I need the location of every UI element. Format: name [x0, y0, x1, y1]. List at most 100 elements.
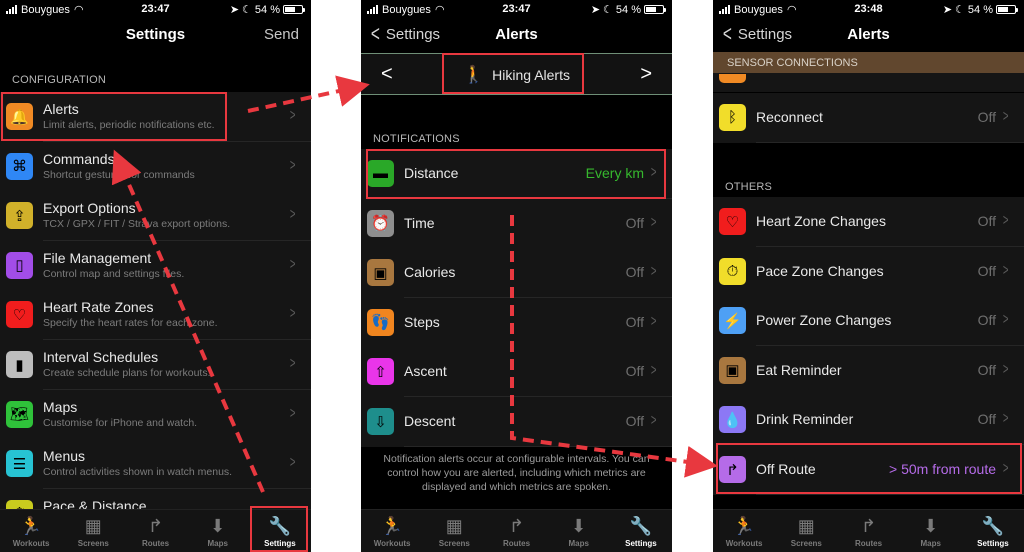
chevron-right-icon: > — [289, 305, 296, 323]
list-item[interactable]: ⇧ Ascent Off > — [361, 347, 672, 398]
list-item-value: Off — [977, 312, 996, 329]
list-item-label: Heart Zone Changes — [756, 213, 886, 229]
list-item[interactable]: ⇩ Descent Off > — [361, 397, 672, 447]
wrench-icon: 🔧 — [981, 516, 1005, 536]
list-item-label: Commands — [43, 150, 115, 167]
tab-routes[interactable]: ↱ Routes — [124, 510, 186, 552]
section-header-configuration: CONFIGURATION — [12, 74, 107, 86]
tab-settings[interactable]: 🔧 Settings — [249, 510, 311, 552]
battery-percent: 54 % — [254, 3, 280, 16]
section-header-others: OTHERS — [725, 181, 773, 193]
list-item[interactable]: ♡ Heart Rate Zones Specify the heart rates… — [0, 290, 311, 341]
chevron-right-icon: > — [650, 362, 657, 380]
list-item-label: Drink Reminder — [756, 411, 854, 428]
list-item-subtitle: TCX / GPX / FIT / Strava export options. — [43, 218, 231, 231]
list-item[interactable]: ▯ File Management Control map and settings… — [0, 240, 311, 291]
partial-icon — [719, 74, 746, 83]
nav-bar: Settings Send — [0, 18, 311, 52]
tab-workouts[interactable]: 🏃 Workouts — [0, 510, 62, 552]
bar-chart-icon: ▮ — [6, 351, 33, 378]
tab-workouts[interactable]: 🏃 Workouts — [713, 510, 775, 552]
list-item[interactable]: ⏰ Time Off > — [361, 198, 672, 249]
list-item-label: Pace Zone Changes — [756, 262, 884, 279]
tab-screens[interactable]: ▦ Screens — [775, 510, 837, 552]
list-item[interactable]: ▮ Interval Schedules Create schedule plans… — [0, 340, 311, 390]
list-item-value: Off — [977, 109, 996, 125]
list-item[interactable]: ⚡ Power Zone Changes Off > — [713, 296, 1024, 347]
list-item-label: Power Zone Changes — [756, 312, 892, 329]
list-item[interactable]: 🔔 Alerts Limit alerts, periodic notificati… — [0, 92, 311, 142]
tab-label: Routes — [502, 539, 531, 548]
activity-picker-current[interactable]: 🚶 Hiking Alerts — [361, 65, 672, 85]
list-item-subtitle: Control activities shown in watch menus. — [43, 466, 233, 479]
list-item-value: Off — [625, 363, 644, 380]
list-item-label: Ascent — [404, 363, 447, 380]
list-item[interactable]: ⇪ Export Options TCX / GPX / FIT / Strava … — [0, 191, 311, 242]
list-item[interactable]: 🗺 Maps Customise for iPhone and watch. > — [0, 389, 311, 440]
list-item[interactable]: ▣ Eat Reminder Off > — [713, 345, 1024, 396]
tab-routes[interactable]: ↱ Routes — [485, 510, 547, 552]
list-item-label: Export Options — [43, 200, 136, 217]
chevron-right-icon: > — [650, 312, 657, 330]
list-item-label: Menus — [43, 448, 86, 465]
section-header-sensor-connections: SENSOR CONNECTIONS — [727, 57, 858, 69]
list-item-label: Time — [404, 214, 435, 231]
next-activity-button[interactable]: > — [640, 63, 652, 86]
tab-screens[interactable]: ▦ Screens — [62, 510, 124, 552]
map-icon: 🗺 — [6, 400, 33, 428]
location-icon: ➤ — [942, 4, 953, 16]
list-item[interactable]: ▬ Distance Every km > — [361, 149, 672, 199]
tab-settings[interactable]: 🔧 Settings — [962, 510, 1024, 552]
tab-bar: 🏃 Workouts ▦ Screens ↱ Routes ⬇ Maps 🔧 Settings — [713, 509, 1024, 552]
list-item[interactable]: ⌘ Commands Shortcut gestures for commands > — [0, 141, 311, 192]
chevron-right-icon: > — [289, 255, 296, 273]
status-right: ➤ ☾ 54 % — [230, 3, 305, 16]
tab-label: Workouts — [725, 539, 763, 548]
status-bar: Bouygues ◠ 23:47 ➤ ☾ 54 % — [361, 0, 672, 18]
notifications-footnote: Notification alerts occur at configurabl… — [383, 453, 650, 493]
battery-percent: 54 % — [615, 3, 641, 16]
tab-screens[interactable]: ▦ Screens — [423, 510, 485, 552]
page-title: Alerts — [847, 26, 890, 43]
row-separator — [756, 494, 1024, 495]
list-item-value: Off — [977, 361, 996, 378]
tab-settings[interactable]: 🔧 Settings — [610, 510, 672, 552]
tab-maps[interactable]: ⬇ Maps — [187, 510, 249, 552]
power-icon: ⚡ — [719, 307, 746, 335]
chevron-right-icon: > — [1002, 360, 1009, 378]
list-item[interactable]: 👣 Steps Off > — [361, 297, 672, 348]
send-button[interactable]: Send — [264, 26, 299, 43]
tab-label: Maps — [207, 539, 228, 548]
tab-maps[interactable]: ⬇ Maps — [548, 510, 610, 552]
list-item[interactable]: ↱ Off Route > 50m from route > — [713, 445, 1024, 495]
list-item[interactable]: ♡ Heart Zone Changes Off > — [713, 197, 1024, 247]
list-item[interactable]: ☰ Menus Control activities shown in watch … — [0, 439, 311, 490]
list-item-label: Distance — [404, 165, 459, 181]
bluetooth-icon: ᛒ — [719, 104, 746, 131]
chevron-right-icon: > — [1002, 311, 1009, 329]
tab-label: Settings — [977, 539, 1009, 548]
list-item[interactable]: ▣ Calories Off > — [361, 248, 672, 299]
location-icon: ➤ — [590, 4, 601, 16]
screens-icon: ▦ — [445, 516, 463, 536]
tab-workouts[interactable]: 🏃 Workouts — [361, 510, 423, 552]
tab-routes[interactable]: ↱ Routes — [837, 510, 899, 552]
alerts-screen-scrolled: Bouygues ◠ 23:48 ➤ ☾ 54 % < Settings Ale… — [713, 0, 1024, 552]
list-item[interactable]: ⏱ Pace Zone Changes Off > — [713, 246, 1024, 297]
chevron-right-icon: > — [1002, 460, 1009, 477]
list-item[interactable]: 💧 Drink Reminder Off > — [713, 395, 1024, 446]
status-bar: Bouygues ◠ 23:47 ➤ ☾ 54 % — [0, 0, 311, 18]
chevron-right-icon: > — [650, 412, 657, 429]
list-item[interactable]: ᛒ Reconnect Off > — [713, 93, 1024, 143]
status-right: ➤ ☾ 54 % — [590, 3, 666, 16]
row-separator — [404, 446, 672, 447]
moon-icon: ☾ — [242, 4, 252, 16]
chevron-right-icon: > — [1002, 212, 1009, 229]
list-item-label: Off Route — [756, 461, 816, 477]
stopwatch-icon: ⏱ — [719, 257, 746, 285]
list-item-subtitle: Create schedule plans for workouts. — [43, 367, 211, 379]
tab-maps[interactable]: ⬇ Maps — [900, 510, 962, 552]
list-item-label: Interval Schedules — [43, 349, 159, 365]
list-item-value: Off — [625, 264, 644, 281]
list-item-subtitle: Limit alerts, periodic notifications etc… — [43, 119, 215, 131]
